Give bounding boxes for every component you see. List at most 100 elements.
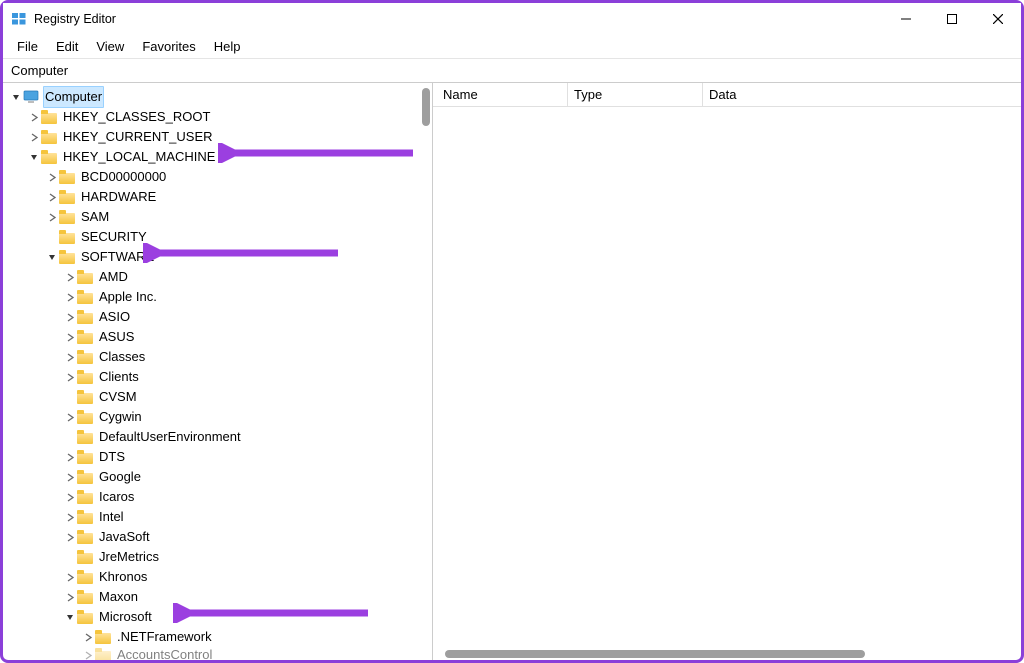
values-panel: Name Type Data (433, 83, 1021, 660)
caret-right-icon[interactable] (63, 510, 77, 524)
minimize-button[interactable] (883, 3, 929, 35)
caret-right-icon[interactable] (63, 330, 77, 344)
caret-right-icon[interactable] (81, 648, 95, 660)
list-horizontal-scrollbar[interactable] (433, 648, 1021, 660)
caret-right-icon[interactable] (63, 450, 77, 464)
caret-right-icon[interactable] (63, 270, 77, 284)
close-button[interactable] (975, 3, 1021, 35)
maximize-button[interactable] (929, 3, 975, 35)
caret-down-icon[interactable] (45, 250, 59, 264)
scrollbar-thumb[interactable] (445, 650, 865, 658)
tree-label: SAM (79, 207, 111, 227)
window-title: Registry Editor (34, 12, 116, 26)
tree-label: SOFTWARE (79, 247, 156, 267)
menu-help[interactable]: Help (206, 37, 249, 56)
tree-node-khronos[interactable]: Khronos (7, 567, 421, 587)
app-icon (11, 11, 27, 27)
caret-right-icon[interactable] (63, 370, 77, 384)
tree-node-classes[interactable]: Classes (7, 347, 421, 367)
menu-bar: File Edit View Favorites Help (3, 35, 1021, 59)
tree-node-hklm[interactable]: HKEY_LOCAL_MACHINE (7, 147, 421, 167)
tree-node-bcd[interactable]: BCD00000000 (7, 167, 421, 187)
tree-node-javasoft[interactable]: JavaSoft (7, 527, 421, 547)
tree-node-icaros[interactable]: Icaros (7, 487, 421, 507)
column-name[interactable]: Name (433, 83, 568, 106)
caret-right-icon[interactable] (63, 410, 77, 424)
column-data[interactable]: Data (703, 83, 1021, 106)
tree-label: DTS (97, 447, 127, 467)
list-body[interactable] (433, 107, 1021, 648)
tree-node-jremetrics[interactable]: ·JreMetrics (7, 547, 421, 567)
caret-right-icon[interactable] (81, 630, 95, 644)
caret-right-icon[interactable] (63, 470, 77, 484)
caret-right-icon[interactable] (63, 350, 77, 364)
computer-icon (23, 90, 39, 104)
tree-node-hkcu[interactable]: HKEY_CURRENT_USER (7, 127, 421, 147)
tree-node-due[interactable]: · DefaultUserEnvironment (7, 427, 421, 447)
column-type[interactable]: Type (568, 83, 703, 106)
tree-node-asus[interactable]: ASUS (7, 327, 421, 347)
address-bar[interactable]: Computer (3, 59, 1021, 83)
tree-label: Microsoft (97, 607, 154, 627)
menu-favorites[interactable]: Favorites (134, 37, 203, 56)
scrollbar-thumb[interactable] (422, 88, 430, 126)
caret-right-icon[interactable] (63, 490, 77, 504)
tree-label: DefaultUserEnvironment (97, 427, 243, 447)
tree-node-asio[interactable]: ASIO (7, 307, 421, 327)
tree-vertical-scrollbar[interactable] (420, 88, 432, 655)
tree-label: HKEY_LOCAL_MACHINE (61, 147, 217, 167)
folder-icon (59, 230, 75, 244)
caret-right-icon[interactable] (63, 570, 77, 584)
caret-blank: · (63, 550, 77, 564)
folder-icon (59, 190, 75, 204)
caret-right-icon[interactable] (27, 110, 41, 124)
caret-down-icon[interactable] (63, 610, 77, 624)
caret-right-icon[interactable] (63, 310, 77, 324)
tree-label: Google (97, 467, 143, 487)
caret-right-icon[interactable] (63, 590, 77, 604)
caret-down-icon[interactable] (27, 150, 41, 164)
folder-icon (77, 450, 93, 464)
folder-icon (95, 648, 111, 660)
tree-label: BCD00000000 (79, 167, 168, 187)
tree-label: SECURITY (79, 227, 149, 247)
tree-node-accountscontrol[interactable]: AccountsControl (7, 645, 421, 660)
caret-right-icon[interactable] (45, 210, 59, 224)
title-bar: Registry Editor (3, 3, 1021, 35)
tree-node-maxon[interactable]: Maxon (7, 587, 421, 607)
tree-label: ASUS (97, 327, 136, 347)
menu-view[interactable]: View (88, 37, 132, 56)
folder-icon (77, 510, 93, 524)
tree-node-cvsm[interactable]: ·CVSM (7, 387, 421, 407)
tree-node-hardware[interactable]: HARDWARE (7, 187, 421, 207)
caret-down-icon[interactable] (9, 90, 23, 104)
folder-icon (77, 470, 93, 484)
tree-node-clients[interactable]: Clients (7, 367, 421, 387)
folder-icon (59, 250, 75, 264)
tree-node-intel[interactable]: Intel (7, 507, 421, 527)
tree-label: ASIO (97, 307, 132, 327)
caret-right-icon[interactable] (27, 130, 41, 144)
tree-node-apple[interactable]: Apple Inc. (7, 287, 421, 307)
tree-node-amd[interactable]: AMD (7, 267, 421, 287)
tree-node-security[interactable]: · SECURITY (7, 227, 421, 247)
tree-node-netframework[interactable]: .NETFramework (7, 627, 421, 647)
tree-label: Intel (97, 507, 126, 527)
tree-node-sam[interactable]: SAM (7, 207, 421, 227)
caret-right-icon[interactable] (63, 530, 77, 544)
tree-node-dts[interactable]: DTS (7, 447, 421, 467)
tree-node-hkcr[interactable]: HKEY_CLASSES_ROOT (7, 107, 421, 127)
caret-right-icon[interactable] (45, 190, 59, 204)
folder-icon (41, 150, 57, 164)
menu-file[interactable]: File (9, 37, 46, 56)
menu-edit[interactable]: Edit (48, 37, 86, 56)
caret-blank: · (63, 430, 77, 444)
caret-right-icon[interactable] (45, 170, 59, 184)
tree-node-software[interactable]: SOFTWARE (7, 247, 421, 267)
caret-right-icon[interactable] (63, 290, 77, 304)
tree-node-google[interactable]: Google (7, 467, 421, 487)
tree-node-computer[interactable]: Computer (7, 87, 421, 107)
tree-node-microsoft[interactable]: Microsoft (7, 607, 421, 627)
tree-label: Maxon (97, 587, 140, 607)
tree-node-cygwin[interactable]: Cygwin (7, 407, 421, 427)
